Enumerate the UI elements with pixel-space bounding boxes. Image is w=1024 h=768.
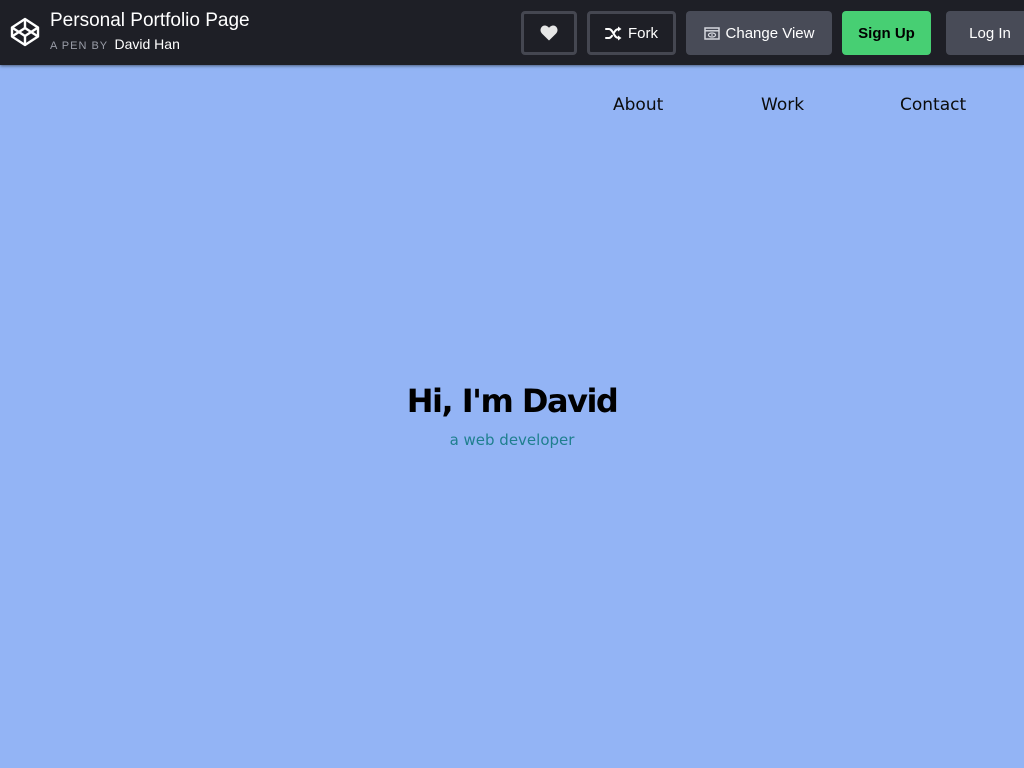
- pen-author-link[interactable]: David Han: [114, 36, 179, 52]
- codepen-logo-icon[interactable]: [9, 16, 41, 48]
- pen-by-label: A PEN BY: [50, 40, 109, 52]
- sign-up-button[interactable]: Sign Up: [842, 11, 931, 55]
- change-view-button-label: Change View: [725, 24, 815, 42]
- portfolio-page: About Work Contact Hi, I'm David a web d…: [0, 65, 1024, 768]
- change-view-icon: [703, 26, 720, 40]
- fork-button[interactable]: Fork: [587, 11, 676, 55]
- heart-icon: [540, 25, 558, 41]
- nav-link-work[interactable]: Work: [761, 95, 804, 115]
- codepen-header: Personal Portfolio Page A PEN BY David H…: [0, 0, 1024, 65]
- hero-subtitle: a web developer: [449, 431, 575, 449]
- nav-link-about[interactable]: About: [613, 95, 663, 115]
- hero-title: Hi, I'm David: [406, 382, 619, 420]
- fork-button-label: Fork: [628, 24, 658, 42]
- heart-button[interactable]: [521, 11, 577, 55]
- pen-byline: A PEN BY David Han: [50, 36, 250, 54]
- log-in-button[interactable]: Log In: [946, 11, 1024, 55]
- nav-link-contact[interactable]: Contact: [900, 95, 966, 115]
- change-view-button[interactable]: Change View: [686, 11, 832, 55]
- pen-title: Personal Portfolio Page: [50, 10, 250, 31]
- log-in-button-label: Log In: [969, 24, 1011, 42]
- sign-up-button-label: Sign Up: [858, 24, 915, 42]
- fork-icon: [605, 26, 622, 40]
- pen-title-block: Personal Portfolio Page A PEN BY David H…: [50, 9, 250, 54]
